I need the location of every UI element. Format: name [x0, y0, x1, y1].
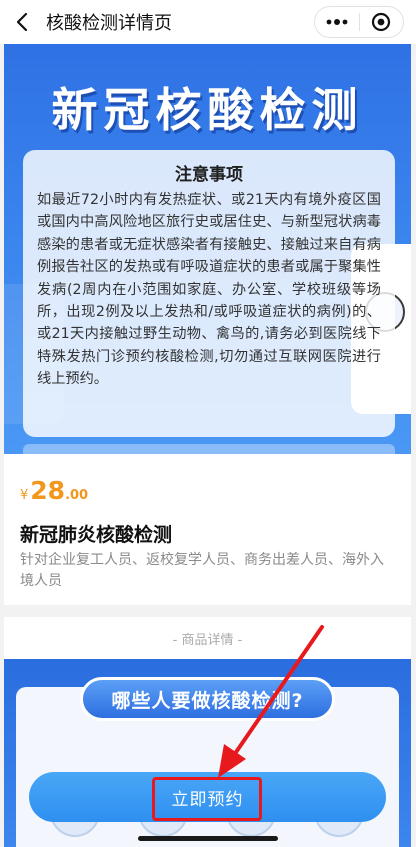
home-indicator: [138, 836, 278, 841]
annotation-arrow-icon: [218, 625, 324, 778]
